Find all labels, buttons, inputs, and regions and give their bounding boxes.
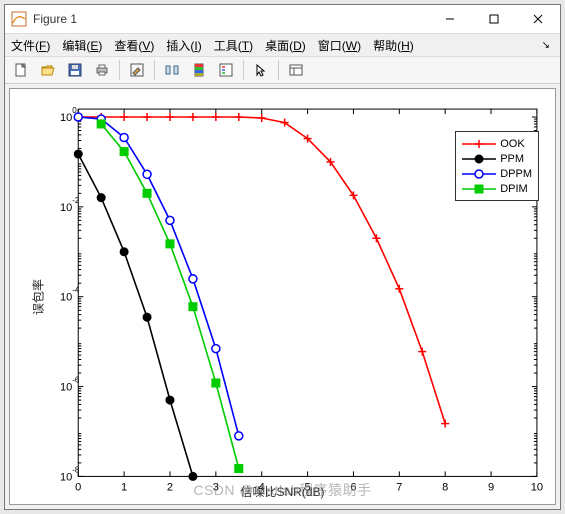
svg-text:10: 10 [60, 202, 72, 214]
menu-t[interactable]: 工具(T) [214, 39, 253, 53]
maximize-button[interactable] [472, 6, 516, 32]
close-button[interactable] [516, 6, 560, 32]
legend-label: DPIM [500, 183, 528, 195]
legend-entry[interactable]: PPM [462, 151, 532, 166]
x-axis-label: 信噪比SNR(dB) [10, 483, 555, 500]
save-button[interactable] [63, 58, 87, 82]
axes[interactable]: 10010-210-410-610-8012345678910 误包率 CSDN… [9, 88, 556, 505]
figure-window: Figure 1 文件(F) 编辑(E) 查看(V) 插入(I) 工具(T) 桌面(D) 窗… [4, 4, 561, 510]
new-figure-button[interactable] [9, 58, 33, 82]
menu-d[interactable]: 桌面(D) [265, 39, 306, 53]
svg-text:10: 10 [60, 112, 72, 124]
edit-plot-button[interactable] [125, 58, 149, 82]
menu-h[interactable]: 帮助(H) [373, 39, 414, 53]
menu-i[interactable]: 插入(I) [166, 39, 201, 53]
menu-w[interactable]: 窗口(W) [318, 39, 361, 53]
svg-text:-6: -6 [72, 376, 80, 385]
svg-text:10: 10 [60, 382, 72, 394]
menu-v[interactable]: 查看(V) [114, 39, 154, 53]
menu-f[interactable]: 文件(F) [11, 39, 50, 53]
y-axis-label: 误包率 [30, 278, 47, 314]
minimize-button[interactable] [428, 6, 472, 32]
insert-legend-button[interactable] [214, 58, 238, 82]
svg-text:10: 10 [60, 292, 72, 304]
svg-text:10: 10 [60, 471, 72, 483]
legend-entry[interactable]: DPIM [462, 181, 532, 196]
legend[interactable]: OOK PPM DPPM DPIM [455, 131, 539, 201]
legend-label: DPPM [500, 168, 532, 180]
app-icon [11, 11, 27, 27]
legend-entry[interactable]: DPPM [462, 166, 532, 181]
window-title: Figure 1 [33, 12, 428, 26]
toolbar [5, 56, 560, 84]
legend-label: PPM [500, 153, 524, 165]
colorbar-button[interactable] [187, 58, 211, 82]
link-axes-button[interactable] [160, 58, 184, 82]
dock-button[interactable]: ↘ [542, 40, 550, 51]
svg-text:-4: -4 [72, 286, 80, 295]
legend-label: OOK [500, 138, 524, 150]
svg-text:-2: -2 [72, 196, 80, 205]
menu-e[interactable]: 编辑(E) [62, 39, 102, 53]
title-bar: Figure 1 [5, 5, 560, 34]
open-button[interactable] [36, 58, 60, 82]
menu-bar: 文件(F) 编辑(E) 查看(V) 插入(I) 工具(T) 桌面(D) 窗口(W) 帮助(H)… [5, 34, 560, 56]
pointer-button[interactable] [249, 58, 273, 82]
legend-entry[interactable]: OOK [462, 136, 532, 151]
open-property-button[interactable] [284, 58, 308, 82]
print-button[interactable] [90, 58, 114, 82]
